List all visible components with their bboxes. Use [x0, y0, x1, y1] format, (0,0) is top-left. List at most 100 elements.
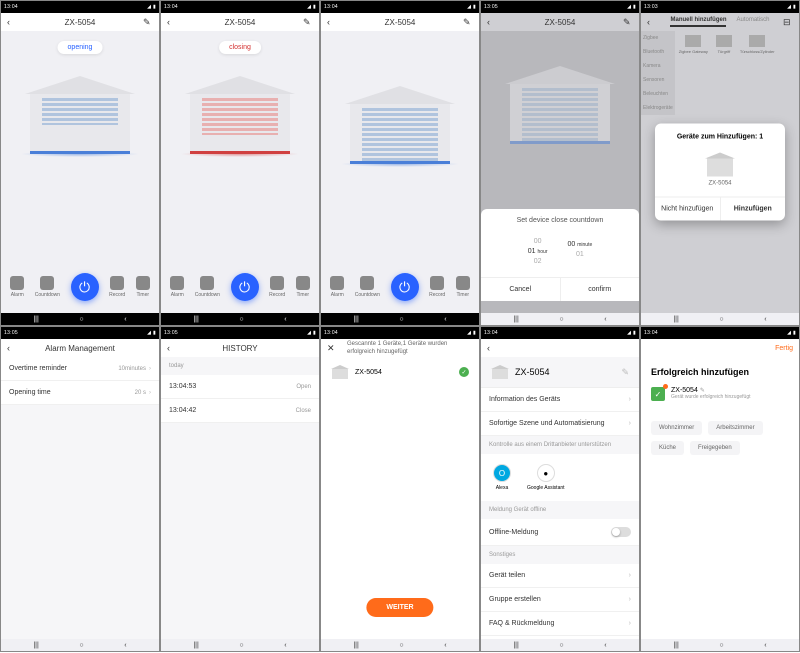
screen-scan-result: 13:04◢ ▮ ✕ Gescannte 1 Geräte,1 Geräte w… — [320, 326, 480, 652]
tab-timer[interactable]: Timer — [456, 276, 470, 298]
group-today: today — [161, 357, 319, 375]
back-icon[interactable]: ‹ — [167, 17, 177, 27]
alarm-icon — [10, 276, 24, 290]
android-nav: ||| ○ ‹ — [1, 313, 159, 325]
tab-record[interactable]: Record — [269, 276, 285, 298]
modal-title: Set device close countdown — [481, 217, 639, 232]
tab-alarm[interactable]: Alarm — [170, 276, 184, 298]
tab-manual[interactable]: Manuell hinzufügen — [670, 17, 726, 27]
recent-icon[interactable]: ||| — [33, 316, 38, 323]
offline-toggle[interactable] — [611, 527, 631, 537]
tab-record[interactable]: Record — [429, 276, 445, 298]
back-icon[interactable]: ‹ — [487, 17, 497, 27]
edit-icon[interactable]: ✎ — [621, 367, 629, 378]
garage-illustration — [185, 76, 295, 156]
dont-add-button[interactable]: Nicht hinzufügen — [655, 198, 721, 221]
status-badge: opening — [58, 41, 103, 54]
tab-countdown[interactable]: Countdown — [35, 276, 60, 298]
scan-icon[interactable]: ⊟ — [783, 17, 793, 28]
row-group[interactable]: Gruppe erstellen› — [481, 588, 639, 612]
row-faq[interactable]: FAQ & Rückmeldung› — [481, 612, 639, 636]
dialog-title: Geräte zum Hinzufügen: 1 — [655, 124, 785, 147]
add-button[interactable]: Hinzufügen — [721, 198, 786, 221]
edit-icon[interactable]: ✎ — [143, 17, 153, 28]
countdown-modal: Set device close countdown 0001 hour02 0… — [481, 209, 639, 301]
tab-alarm[interactable]: Alarm — [10, 276, 24, 298]
item-gateway[interactable]: Zigbee Gateway — [679, 35, 708, 111]
back-icon[interactable]: ‹ — [487, 343, 497, 353]
success-check-icon: ✓ — [459, 367, 469, 377]
power-button[interactable]: ⏻ — [231, 273, 259, 301]
countdown-icon — [40, 276, 54, 290]
screen-garage-closed: 13:04◢ ▮ ‹ ZX-5054 ✎ Alarm Countdown ⏻ R… — [320, 0, 480, 326]
garage-illustration — [505, 66, 615, 146]
device-icon — [331, 365, 349, 379]
row-device-info[interactable]: Information des Geräts› — [481, 388, 639, 412]
item-handle[interactable]: Türgriff — [716, 35, 732, 111]
row-share[interactable]: Gerät teilen› — [481, 564, 639, 588]
page-title: Alarm Management — [17, 344, 143, 353]
screen-countdown-modal: 13:05◢ ▮ ‹ ZX-5054 ✎ Set device close co… — [480, 0, 640, 326]
tab-alarm[interactable]: Alarm — [330, 276, 344, 298]
tab-timer[interactable]: Timer — [296, 276, 310, 298]
tab-auto[interactable]: Automatisch — [736, 17, 769, 27]
room-chips: Wohnzimmer Arbeitszimmer Küche Freigegeb… — [641, 411, 799, 465]
screen-add-success: 13:04◢ ▮ Fertig Erfolgreich hinzufügen ✓… — [640, 326, 800, 652]
edit-icon[interactable]: ✎ — [463, 17, 473, 28]
screen-history: 13:05◢ ▮ ‹ HISTORY today 13:04:53Open 13… — [160, 326, 320, 652]
screen-garage-closing: 13:04◢ ▮ ‹ ZX-5054 ✎ closing Alarm Count… — [160, 0, 320, 326]
back-nav-icon[interactable]: ‹ — [124, 316, 126, 323]
power-button[interactable]: ⏻ — [391, 273, 419, 301]
power-button[interactable]: ⏻ — [71, 273, 99, 301]
bottom-tabs: Alarm Countdown ⏻ Record Timer — [1, 273, 159, 301]
back-icon[interactable]: ‹ — [647, 17, 657, 27]
header: ‹ ZX-5054 ✎ — [1, 13, 159, 31]
tab-record[interactable]: Record — [109, 276, 125, 298]
chip-arbeitszimmer[interactable]: Arbeitszimmer — [708, 421, 762, 435]
device-icon — [705, 153, 735, 177]
screen-add-device: 13:03◢ ▮ ‹ Manuell hinzufügen Automatisc… — [640, 0, 800, 326]
chip-wohnzimmer[interactable]: Wohnzimmer — [651, 421, 702, 435]
chip-kueche[interactable]: Küche — [651, 441, 684, 455]
success-check-icon: ✓ — [651, 387, 665, 401]
row-offline-notify[interactable]: Offline-Meldung — [481, 519, 639, 546]
screen-device-settings: 13:04◢ ▮ ‹ ZX-5054 ✎ Information des Ger… — [480, 326, 640, 652]
edit-icon[interactable]: ✎ — [623, 17, 633, 28]
continue-button[interactable]: WEITER — [366, 598, 433, 617]
row-scene-automation[interactable]: Sofortige Szene und Automatisierung› — [481, 412, 639, 436]
home-icon[interactable]: ○ — [79, 316, 83, 323]
time-picker[interactable]: 0001 hour02 00 minute01 — [481, 232, 639, 277]
found-device-dialog: Geräte zum Hinzufügen: 1 ZX-5054 Nicht h… — [655, 124, 785, 221]
back-icon[interactable]: ‹ — [7, 343, 17, 353]
done-button[interactable]: Fertig — [775, 345, 793, 352]
row-opening-time[interactable]: Opening time 20 s› — [1, 381, 159, 405]
tab-countdown[interactable]: Countdown — [355, 276, 380, 298]
timer-icon — [136, 276, 150, 290]
device-header[interactable]: ZX-5054 ✎ — [481, 357, 639, 388]
google-link[interactable]: ●Google Assistant — [527, 464, 565, 491]
cat-zigbee[interactable]: Zigbee — [643, 35, 673, 41]
device-type-grid: Zigbee Gateway Türgriff Türschloss/Zylin… — [675, 31, 779, 115]
back-icon[interactable]: ‹ — [167, 343, 177, 353]
category-sidebar: Zigbee Bluetooth Kamera Sensoren Beleuch… — [641, 31, 675, 115]
row-overtime[interactable]: Overtime reminder 10minutes› — [1, 357, 159, 381]
row-homescreen[interactable]: Zum Startbildschirm hinzufügen› — [481, 636, 639, 639]
close-icon[interactable]: ✕ — [327, 343, 337, 354]
confirm-button[interactable]: confirm — [561, 278, 640, 301]
item-lock[interactable]: Türschloss/Zylinder — [740, 35, 775, 111]
device-added-row: ✓ ZX-5054 ✎ Gerät wurde erfolgreich hinz… — [651, 387, 789, 401]
history-row: 13:04:53Open — [161, 375, 319, 399]
chip-freigegeben[interactable]: Freigegeben — [690, 441, 740, 455]
edit-icon[interactable]: ✎ — [303, 17, 313, 28]
garage-illustration — [345, 86, 455, 166]
back-icon[interactable]: ‹ — [327, 17, 337, 27]
cancel-button[interactable]: Cancel — [481, 278, 561, 301]
screen-garage-opening: 13:04◢ ▮ ‹ ZX-5054 ✎ opening Alarm Count… — [0, 0, 160, 326]
alexa-link[interactable]: OAlexa — [493, 464, 511, 491]
back-icon[interactable]: ‹ — [7, 17, 17, 27]
record-icon — [110, 276, 124, 290]
status-badge: closing — [219, 41, 261, 54]
tab-timer[interactable]: Timer — [136, 276, 150, 298]
device-title: ZX-5054 — [17, 18, 143, 27]
tab-countdown[interactable]: Countdown — [195, 276, 220, 298]
